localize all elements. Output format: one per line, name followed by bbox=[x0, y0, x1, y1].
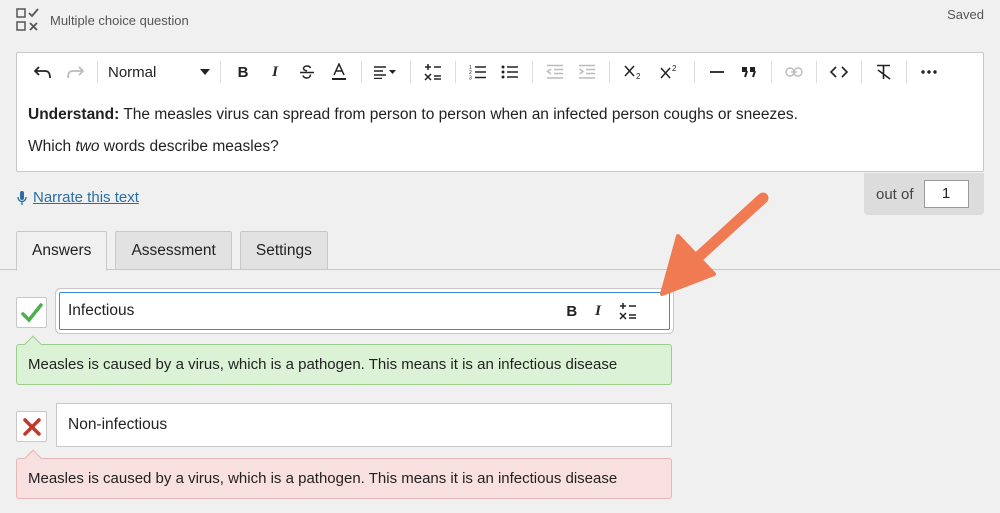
link-icon[interactable] bbox=[778, 59, 810, 85]
outdent-icon[interactable] bbox=[539, 59, 571, 85]
tab-bar: Answers Assessment Settings bbox=[16, 231, 336, 271]
prompt-italic: two bbox=[75, 138, 100, 155]
svg-text:2: 2 bbox=[636, 72, 641, 80]
toolbar-divider bbox=[609, 61, 610, 83]
horizontal-rule-icon[interactable] bbox=[701, 59, 733, 85]
question-text[interactable]: Understand: The measles virus can spread… bbox=[28, 99, 798, 163]
toolbar-divider bbox=[532, 61, 533, 83]
annotation-arrow-icon bbox=[660, 192, 769, 296]
feedback-text: Measles is caused by a virus, which is a… bbox=[28, 470, 618, 487]
feedback-pointer bbox=[24, 335, 42, 353]
tab-settings[interactable]: Settings bbox=[239, 231, 328, 270]
bold-icon[interactable]: B bbox=[566, 303, 577, 320]
svg-text:2: 2 bbox=[672, 64, 677, 73]
toolbar-divider bbox=[906, 61, 907, 83]
code-icon[interactable] bbox=[823, 59, 855, 85]
checkmark-icon bbox=[20, 302, 43, 323]
editor-toolbar: Normal B I 123 2 2 bbox=[17, 53, 983, 91]
italic-icon[interactable]: I bbox=[259, 59, 291, 85]
toolbar-divider bbox=[816, 61, 817, 83]
question-statement: Understand: The measles virus can spread… bbox=[28, 99, 798, 131]
toolbar-divider bbox=[361, 61, 362, 83]
multiple-choice-icon bbox=[16, 8, 39, 31]
align-icon[interactable] bbox=[368, 59, 404, 85]
superscript-icon[interactable]: 2 bbox=[652, 59, 688, 85]
score-panel: out of 1 bbox=[864, 173, 984, 215]
prompt-end: words describe measles? bbox=[99, 138, 279, 155]
math-icon[interactable] bbox=[417, 59, 449, 85]
score-label: out of bbox=[876, 185, 914, 203]
toolbar-divider bbox=[455, 61, 456, 83]
answer-input[interactable]: Infectious B I bbox=[59, 292, 670, 330]
format-dropdown-value: Normal bbox=[108, 63, 157, 81]
answer-feedback[interactable]: Measles is caused by a virus, which is a… bbox=[16, 335, 672, 385]
more-icon[interactable] bbox=[913, 59, 945, 85]
redo-icon[interactable] bbox=[59, 59, 91, 85]
toolbar-divider bbox=[771, 61, 772, 83]
svg-text:3: 3 bbox=[469, 76, 472, 81]
strikethrough-icon[interactable] bbox=[291, 59, 323, 85]
math-icon[interactable] bbox=[619, 302, 637, 320]
answer-input[interactable]: Non-infectious bbox=[56, 403, 672, 447]
prompt-start: Which bbox=[28, 138, 76, 155]
answer-feedback[interactable]: Measles is caused by a virus, which is a… bbox=[16, 449, 672, 499]
cross-icon bbox=[22, 417, 41, 436]
save-status: Saved bbox=[947, 7, 984, 22]
toolbar-divider bbox=[220, 61, 221, 83]
bullet-list-icon[interactable] bbox=[494, 59, 526, 85]
bold-prefix: Understand: bbox=[28, 106, 120, 123]
toolbar-divider bbox=[410, 61, 411, 83]
question-type-label: Multiple choice question bbox=[50, 13, 189, 28]
correct-toggle-button[interactable] bbox=[16, 297, 47, 328]
indent-icon[interactable] bbox=[571, 59, 603, 85]
microphone-icon bbox=[17, 190, 27, 205]
answer-text: Infectious bbox=[68, 302, 135, 319]
statement-text: The measles virus can spread from person… bbox=[119, 106, 798, 123]
toolbar-divider bbox=[694, 61, 695, 83]
ordered-list-icon[interactable]: 123 bbox=[462, 59, 494, 85]
format-dropdown[interactable]: Normal bbox=[104, 59, 214, 85]
italic-icon[interactable]: I bbox=[595, 303, 601, 320]
blockquote-icon[interactable] bbox=[733, 59, 765, 85]
toolbar-divider bbox=[97, 61, 98, 83]
narrate-link-row[interactable]: Narrate this text bbox=[17, 189, 139, 206]
narrate-link[interactable]: Narrate this text bbox=[33, 189, 139, 206]
question-editor[interactable]: Normal B I 123 2 2 Understand: The measl… bbox=[16, 52, 984, 172]
feedback-text: Measles is caused by a virus, which is a… bbox=[28, 356, 618, 373]
feedback-pointer bbox=[24, 449, 42, 467]
tab-assessment[interactable]: Assessment bbox=[115, 231, 232, 270]
clear-format-icon[interactable] bbox=[868, 59, 900, 85]
question-prompt: Which two words describe measles? bbox=[28, 131, 798, 163]
toolbar-divider bbox=[861, 61, 862, 83]
undo-icon[interactable] bbox=[27, 59, 59, 85]
answer-text: Non-infectious bbox=[68, 416, 168, 433]
subscript-icon[interactable]: 2 bbox=[616, 59, 652, 85]
correct-toggle-button[interactable] bbox=[16, 411, 47, 442]
answer-inline-toolbar: B I bbox=[566, 293, 637, 329]
score-input[interactable]: 1 bbox=[923, 180, 969, 208]
chevron-down-icon bbox=[200, 69, 210, 75]
text-color-icon[interactable] bbox=[323, 59, 355, 85]
bold-icon[interactable]: B bbox=[227, 59, 259, 85]
tab-answers[interactable]: Answers bbox=[16, 231, 108, 271]
top-bar: Multiple choice question Saved bbox=[0, 0, 1000, 40]
